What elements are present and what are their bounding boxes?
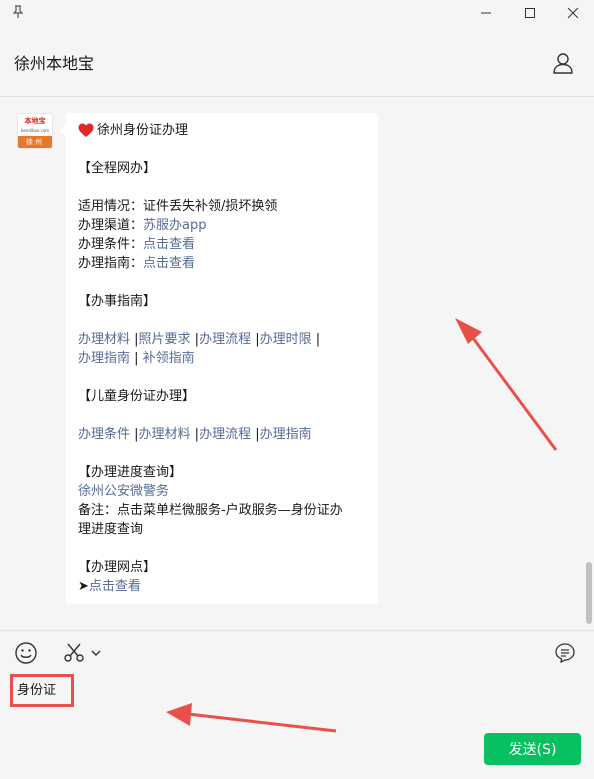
avatar-city-label: 徐州 xyxy=(18,136,52,148)
note-line-2: 理进度查询 xyxy=(78,522,144,537)
guide-line: 办理指南：点击查看 xyxy=(78,256,196,271)
avatar-logo-text: 本地宝 bendibao.com xyxy=(18,114,52,136)
chat-header: 徐州本地宝 xyxy=(0,26,594,97)
scissors-icon[interactable] xyxy=(62,641,86,665)
chevron-down-icon[interactable] xyxy=(90,647,102,659)
emoji-icon[interactable] xyxy=(14,641,38,665)
guide-link[interactable]: 点击查看 xyxy=(143,256,195,271)
send-button[interactable]: 发送(S) xyxy=(484,733,581,765)
link-reissue[interactable]: 补领指南 xyxy=(143,351,195,366)
link-child-guide[interactable]: 办理指南 xyxy=(260,427,312,442)
guide-links-row2: 办理指南 | 补领指南 xyxy=(78,351,195,366)
input-toolbar xyxy=(0,630,594,675)
chat-scrollbar[interactable] xyxy=(586,562,592,624)
message-bubble: 徐州身份证办理 【全程网办】 适用情况：证件丢失补领/损坏换领 办理渠道：苏服办… xyxy=(60,113,378,604)
maximize-icon xyxy=(525,8,535,18)
link-time-limit[interactable]: 办理时限 xyxy=(260,332,312,347)
chat-message-area: 本地宝 bendibao.com 徐州 徐州身份证办理 【全程网办】 适用情况：… xyxy=(0,97,594,629)
progress-link[interactable]: 徐州公安微警务 xyxy=(78,482,169,501)
section-heading: 【办事指南】 xyxy=(78,294,157,309)
outlet-line: ➤点击查看 xyxy=(78,577,141,596)
minimize-button[interactable] xyxy=(473,2,499,24)
section-heading: 【儿童身份证办理】 xyxy=(78,389,196,404)
section-heading: 【全程网办】 xyxy=(78,161,157,176)
child-links-row: 办理条件 |办理材料 |办理流程 |办理指南 xyxy=(78,427,312,442)
avatar[interactable]: 本地宝 bendibao.com 徐州 xyxy=(18,114,52,148)
link-guide[interactable]: 办理指南 xyxy=(78,351,130,366)
condition-link[interactable]: 点击查看 xyxy=(143,237,195,252)
link-materials[interactable]: 办理材料 xyxy=(78,332,130,347)
link-child-process[interactable]: 办理流程 xyxy=(199,427,251,442)
chat-bubble-icon[interactable] xyxy=(553,641,577,665)
condition-line: 办理条件：点击查看 xyxy=(78,237,196,252)
heart-icon xyxy=(78,123,94,137)
title-bar xyxy=(0,0,594,26)
pin-icon[interactable] xyxy=(10,4,26,20)
note-line-1: 备注：点击菜单栏微服务-户政服务—身份证办 xyxy=(78,503,343,518)
user-icon[interactable] xyxy=(551,51,575,75)
link-process[interactable]: 办理流程 xyxy=(199,332,251,347)
outlet-link[interactable]: 点击查看 xyxy=(89,579,141,594)
guide-links-row1: 办理材料 |照片要求 |办理流程 |办理时限 | xyxy=(78,332,321,347)
maximize-button[interactable] xyxy=(517,2,543,24)
close-icon xyxy=(567,7,579,19)
close-button[interactable] xyxy=(560,2,586,24)
chat-title: 徐州本地宝 xyxy=(14,54,95,73)
link-child-materials[interactable]: 办理材料 xyxy=(139,427,191,442)
minimize-icon xyxy=(481,12,491,14)
message-title: 徐州身份证办理 xyxy=(97,123,189,138)
link-child-condition[interactable]: 办理条件 xyxy=(78,427,130,442)
applicable-line: 适用情况：证件丢失补领/损坏换领 xyxy=(78,199,278,214)
message-input[interactable]: 身份证 xyxy=(10,674,74,707)
section-heading: 【办理进度查询】 xyxy=(78,465,183,480)
channel-link[interactable]: 苏服办app xyxy=(143,218,206,233)
arrow-bullet-icon: ➤ xyxy=(78,579,89,594)
link-photo[interactable]: 照片要求 xyxy=(139,332,191,347)
channel-line: 办理渠道：苏服办app xyxy=(78,218,207,233)
section-heading: 【办理网点】 xyxy=(78,560,157,575)
